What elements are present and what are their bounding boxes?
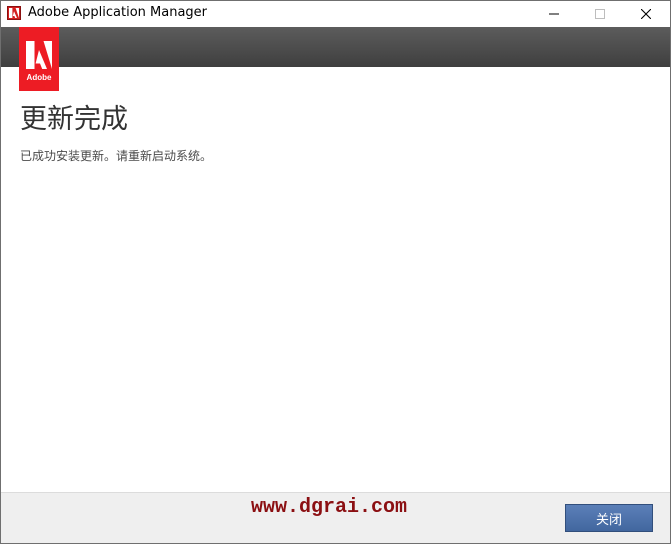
adobe-logo: Adobe: [19, 27, 59, 91]
header-band: [1, 27, 670, 67]
minimize-icon: [549, 13, 559, 15]
title-bar[interactable]: Adobe Application Manager: [1, 1, 670, 27]
adobe-app-icon: [7, 6, 21, 20]
window-title: Adobe Application Manager: [28, 5, 208, 20]
close-icon: [641, 9, 651, 19]
close-button[interactable]: 关闭: [565, 504, 653, 532]
close-window-button[interactable]: [623, 1, 669, 27]
status-message: 已成功安装更新。请重新启动系统。: [20, 149, 213, 163]
maximize-button[interactable]: [577, 1, 623, 27]
app-window: Adobe Application Manager Adobe 更新完成 已成功…: [0, 0, 671, 544]
minimize-button[interactable]: [531, 1, 577, 27]
adobe-a-icon: [26, 41, 52, 69]
watermark-text: www.dgrai.com: [251, 496, 408, 519]
page-title: 更新完成: [20, 104, 128, 135]
adobe-logo-text: Adobe: [26, 73, 52, 82]
maximize-icon: [595, 9, 605, 19]
